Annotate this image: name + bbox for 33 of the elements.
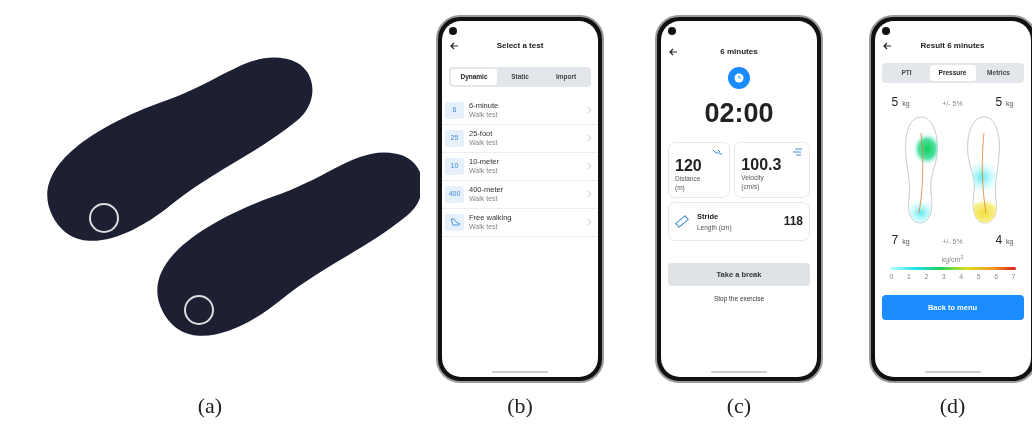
screen-title: Result 6 minutes: [919, 40, 986, 52]
screen-title: 6 minutes: [719, 46, 759, 58]
back-arrow-icon[interactable]: [449, 41, 459, 51]
home-indicator: [492, 371, 548, 373]
panel-caption: (d): [939, 395, 966, 417]
load-value: 7: [891, 232, 899, 247]
stat-value: 120: [675, 156, 703, 175]
clock-icon: [728, 67, 750, 89]
ruler-icon: [675, 214, 689, 228]
timer: 02:00: [703, 97, 775, 130]
load-value: 4: [995, 232, 1003, 247]
screen-title: Select a test: [495, 40, 545, 52]
panel-caption: (a): [197, 395, 223, 417]
home-indicator: [711, 371, 767, 373]
home-indicator: [924, 371, 981, 373]
speed-lines-icon: [792, 147, 803, 156]
load-value: 5: [995, 94, 1003, 109]
camera-dot: [449, 27, 457, 35]
back-arrow-icon[interactable]: [668, 47, 678, 57]
shoe-icon: [445, 213, 464, 231]
load-value: 5: [891, 94, 899, 109]
panel-caption: (c): [726, 395, 752, 417]
chevron-icon: [587, 190, 592, 199]
chevron-icon: [587, 134, 592, 143]
camera-dot: [881, 27, 890, 35]
chevron-icon: [587, 218, 592, 227]
chevron-icon: [587, 106, 592, 115]
stat-value: 100.3: [741, 155, 783, 174]
stride-value: 118: [783, 213, 803, 231]
back-arrow-icon[interactable]: [881, 41, 892, 51]
camera-dot: [668, 27, 676, 35]
panel-caption: (b): [507, 395, 533, 417]
chevron-icon: [587, 162, 592, 171]
